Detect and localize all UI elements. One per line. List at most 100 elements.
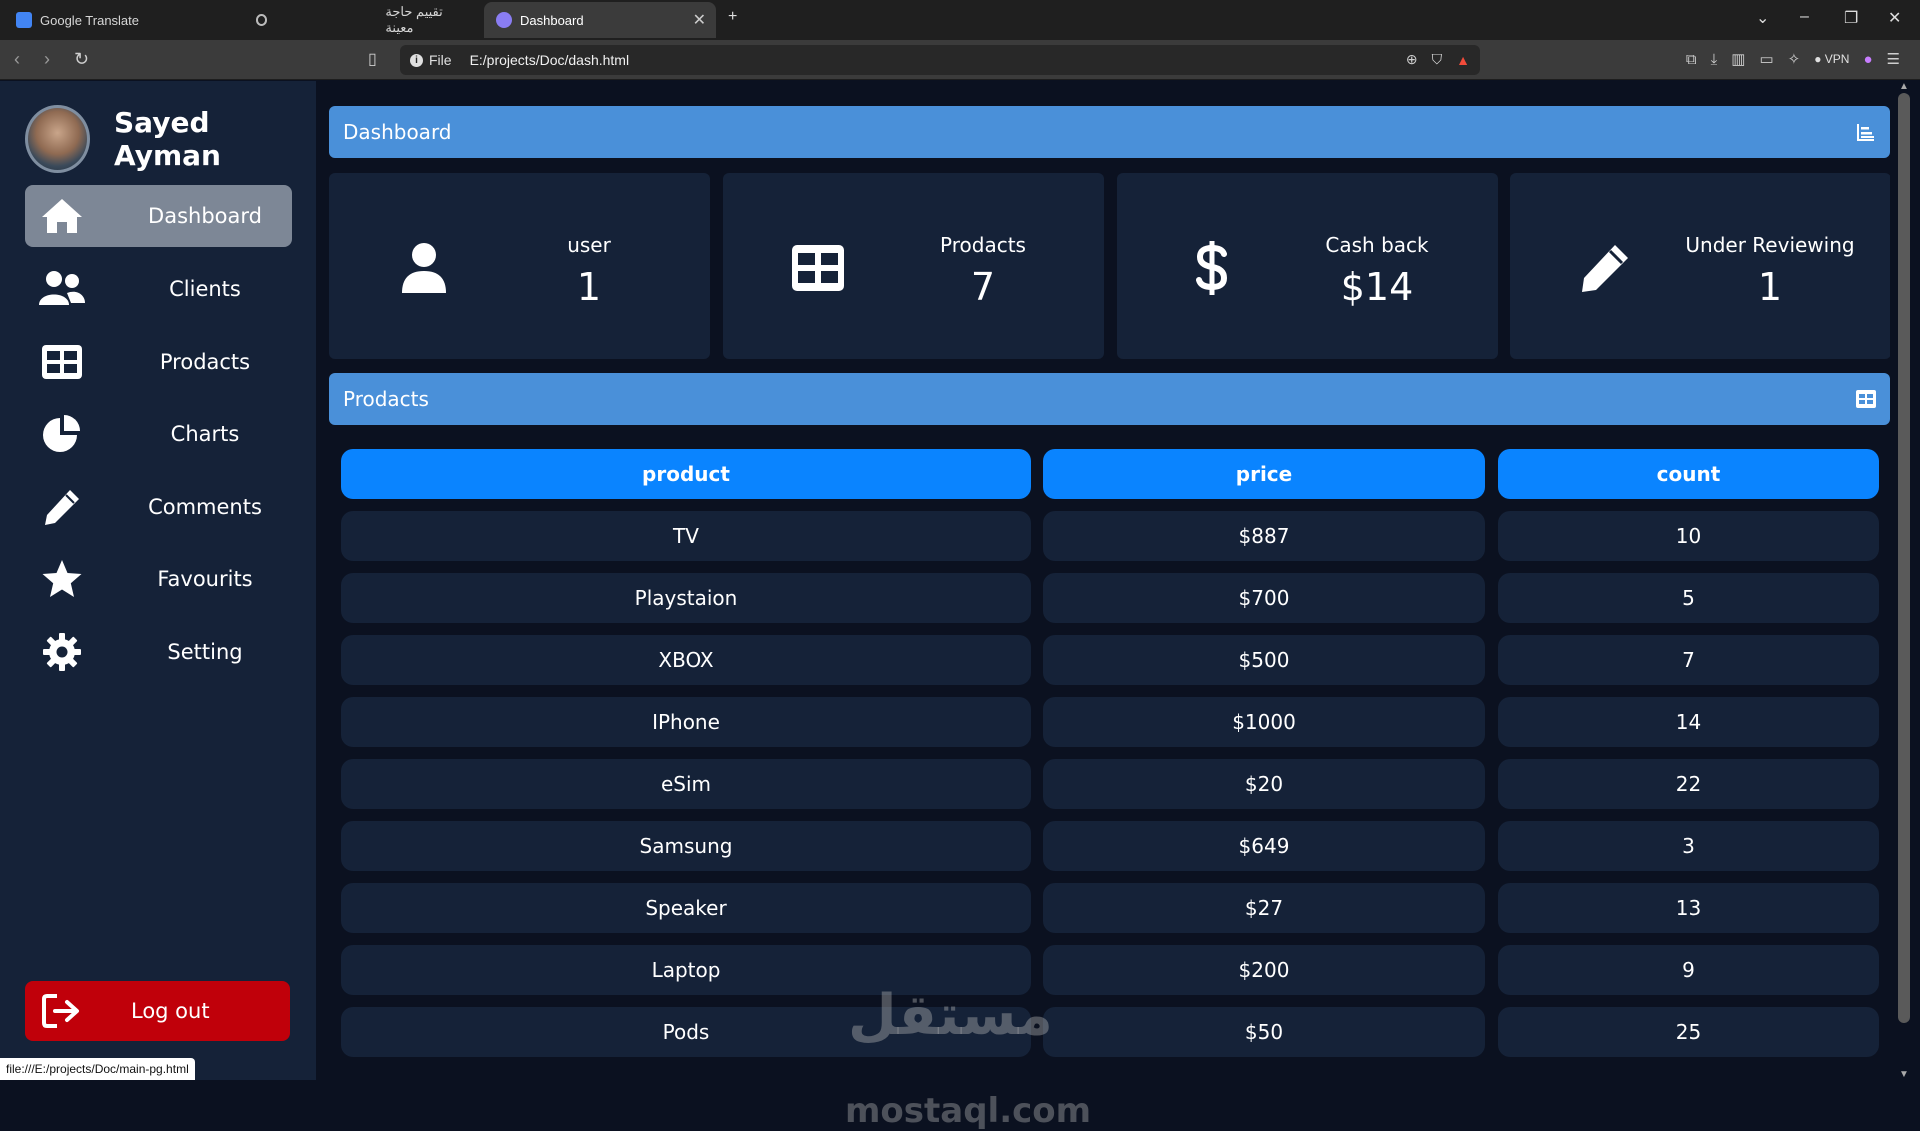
minimize-icon[interactable]: –: [1800, 8, 1809, 26]
address-toolbar: ‹ › ↻ ▯ i File E:/projects/Doc/dash.html…: [0, 40, 1920, 80]
bar-chart-icon: [1856, 122, 1876, 147]
count-cell: 25: [1498, 1007, 1879, 1057]
pie-chart-icon: [33, 414, 91, 454]
tab-search-chevron-icon[interactable]: ⌄: [1756, 8, 1769, 28]
count-cell: 9: [1498, 945, 1879, 995]
column-header-count[interactable]: count: [1498, 449, 1879, 499]
scroll-down-icon[interactable]: ▼: [1899, 1069, 1909, 1080]
dashboard-tab-icon: [496, 12, 512, 28]
zoom-icon[interactable]: ⊕: [1406, 51, 1418, 68]
rewards-icon[interactable]: ▲: [1456, 52, 1470, 68]
leo-ai-icon[interactable]: ✧: [1788, 50, 1801, 68]
tab-dashboard[interactable]: Dashboard ✕: [484, 2, 716, 38]
wallet-icon[interactable]: ▭: [1759, 50, 1773, 68]
stat-value: 1: [576, 265, 602, 309]
browser-toolbar-icons: ⧉ ⤓ ▥ ▭ ✧ ● VPN ● ☰: [1686, 50, 1900, 69]
sidebar-toggle-icon[interactable]: ▥: [1731, 50, 1745, 68]
count-cell: 14: [1498, 697, 1879, 747]
price-cell: $649: [1043, 821, 1485, 871]
price-cell: $700: [1043, 573, 1485, 623]
scrollbar-thumb[interactable]: [1898, 93, 1910, 1023]
stat-label: user: [567, 233, 611, 257]
sidebar-item-favourits[interactable]: Favourits: [25, 548, 292, 610]
sidebar-item-label: Favourits: [157, 567, 253, 591]
price-cell: $20: [1043, 759, 1485, 809]
product-cell: Speaker: [341, 883, 1031, 933]
product-cell: TV: [341, 511, 1031, 561]
scrollbar[interactable]: ▲ ▼: [1890, 81, 1920, 1080]
watermark-text: mostaql.com: [845, 1091, 1092, 1131]
count-cell: 7: [1498, 635, 1879, 685]
tab-title: Google Translate: [40, 12, 140, 28]
vpn-button[interactable]: ● VPN: [1814, 52, 1849, 66]
count-cell: 3: [1498, 821, 1879, 871]
sidebar-item-prodacts[interactable]: Prodacts: [25, 331, 292, 393]
site-info-chip[interactable]: i File: [410, 52, 452, 68]
sidebar: Sayed Ayman Dashboard Clients Prodacts C: [0, 81, 316, 1080]
price-cell: $27: [1043, 883, 1485, 933]
sidebar-item-label: Clients: [169, 277, 241, 301]
column-header-price[interactable]: price: [1043, 449, 1485, 499]
column-header-product[interactable]: product: [341, 449, 1031, 499]
new-tab-icon[interactable]: +: [728, 8, 737, 26]
product-cell: XBOX: [341, 635, 1031, 685]
forward-icon[interactable]: ›: [44, 49, 50, 70]
back-icon[interactable]: ‹: [14, 49, 20, 70]
stat-card-cash-back: Cash back $14: [1117, 173, 1498, 359]
vpn-label: VPN: [1824, 52, 1850, 66]
sidebar-item-comments[interactable]: Comments: [25, 476, 292, 538]
count-cell: 13: [1498, 883, 1879, 933]
profile-icon[interactable]: ●: [1863, 51, 1872, 68]
extensions-icon[interactable]: ⧉: [1686, 51, 1697, 68]
tab-google-translate[interactable]: Google Translate: [4, 2, 240, 38]
users-icon: [33, 269, 91, 309]
file-label: File: [429, 52, 452, 68]
tab-arabic[interactable]: تقييم حاجة معينة: [244, 2, 480, 38]
product-cell: IPhone: [341, 697, 1031, 747]
dashboard-title: Dashboard: [343, 120, 452, 144]
dollar-icon: [1177, 233, 1247, 303]
price-cell: $887: [1043, 511, 1485, 561]
tab-title: تقييم حاجة معينة: [385, 4, 443, 35]
stat-card-prodacts: Prodacts 7: [723, 173, 1104, 359]
sidebar-item-label: Dashboard: [148, 204, 262, 228]
stat-label: Prodacts: [940, 233, 1026, 257]
count-cell: 10: [1498, 511, 1879, 561]
products-title: Prodacts: [343, 387, 429, 411]
page: Sayed Ayman Dashboard Clients Prodacts C: [0, 81, 1920, 1131]
reload-icon[interactable]: ↻: [74, 49, 89, 70]
info-icon: i: [410, 53, 423, 67]
sidebar-item-setting[interactable]: Setting: [25, 621, 292, 683]
stat-label: Under Reviewing: [1685, 233, 1855, 257]
status-url: file:///E:/projects/Doc/main-pg.html: [0, 1058, 195, 1080]
product-cell: eSim: [341, 759, 1031, 809]
count-cell: 5: [1498, 573, 1879, 623]
sidebar-item-label: Setting: [167, 640, 243, 664]
sidebar-item-charts[interactable]: Charts: [25, 403, 292, 465]
product-cell: Samsung: [341, 821, 1031, 871]
pencil-icon: [33, 487, 91, 527]
menu-icon[interactable]: ☰: [1887, 50, 1900, 68]
table-icon: [1856, 389, 1876, 413]
address-field[interactable]: i File E:/projects/Doc/dash.html ⊕ ⛉ ▲: [400, 45, 1480, 75]
bookmark-icon[interactable]: ▯: [368, 49, 377, 69]
close-icon[interactable]: ✕: [693, 10, 706, 30]
scroll-up-icon[interactable]: ▲: [1899, 81, 1909, 92]
stat-card-under-reviewing: Under Reviewing 1: [1510, 173, 1891, 359]
user-icon: [389, 233, 459, 303]
download-icon[interactable]: ⤓: [1711, 51, 1718, 68]
logout-label: Log out: [131, 999, 210, 1023]
shield-icon[interactable]: ⛉: [1432, 51, 1443, 68]
logout-button[interactable]: Log out: [25, 981, 290, 1041]
main-content: Dashboard user 1 Prodacts 7 Cash back $1…: [329, 81, 1891, 1080]
logout-icon: [37, 993, 87, 1029]
product-cell: Playstaion: [341, 573, 1031, 623]
sidebar-item-label: Prodacts: [159, 350, 251, 374]
watermark-logo: مستقل: [848, 983, 1053, 1048]
stat-value: 7: [970, 265, 996, 309]
sidebar-item-dashboard[interactable]: Dashboard: [25, 185, 292, 247]
window-close-icon[interactable]: ✕: [1888, 8, 1901, 28]
sidebar-item-clients[interactable]: Clients: [25, 258, 292, 320]
restore-icon[interactable]: ❐: [1844, 8, 1858, 28]
avatar: [25, 105, 91, 173]
